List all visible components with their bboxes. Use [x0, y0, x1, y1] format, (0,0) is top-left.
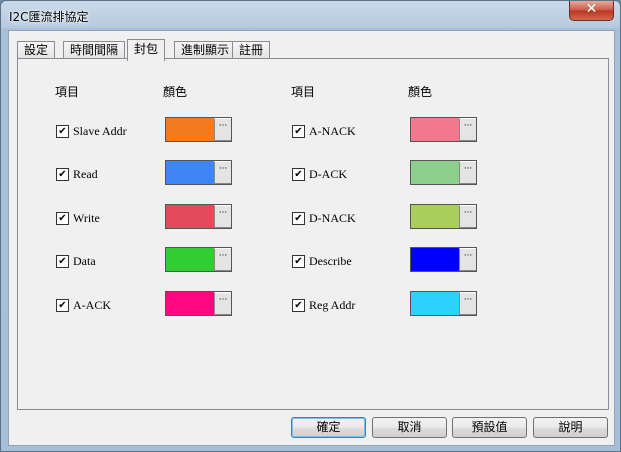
- item-checkbox[interactable]: ✔: [56, 255, 69, 268]
- item-label: Slave Addr: [73, 124, 127, 138]
- item-label: Reg Addr: [309, 298, 356, 312]
- item-label: A-ACK: [73, 298, 111, 312]
- color-picker-button[interactable]: ···: [214, 292, 231, 315]
- color-picker-button[interactable]: ···: [459, 205, 476, 228]
- item-checkbox[interactable]: ✔: [56, 125, 69, 138]
- help-button[interactable]: 說明: [533, 417, 608, 438]
- tab-radix-display[interactable]: 進制顯示: [174, 41, 237, 59]
- title-bar[interactable]: I2C匯流排協定 ✕: [1, 1, 620, 31]
- color-picker[interactable]: ···: [165, 117, 232, 142]
- color-swatch[interactable]: [166, 118, 214, 141]
- color-picker-button[interactable]: ···: [459, 161, 476, 184]
- item-checkbox[interactable]: ✔: [292, 255, 305, 268]
- color-picker[interactable]: ···: [165, 291, 232, 316]
- ok-button[interactable]: 確定: [291, 417, 366, 438]
- color-picker[interactable]: ···: [165, 204, 232, 229]
- item-checkbox[interactable]: ✔: [56, 299, 69, 312]
- color-swatch[interactable]: [411, 118, 459, 141]
- color-picker[interactable]: ···: [410, 160, 477, 185]
- color-picker-button[interactable]: ···: [214, 118, 231, 141]
- color-picker-button[interactable]: ···: [214, 248, 231, 271]
- item-label: Write: [73, 211, 100, 225]
- packet-panel: 項目 顏色 項目 顏色 ✔ Slave Addr ··· ✔ Read ··· ✔ Write…: [17, 58, 609, 410]
- color-picker-button[interactable]: ···: [214, 205, 231, 228]
- item-label: D-NACK: [309, 211, 356, 225]
- color-swatch[interactable]: [166, 292, 214, 315]
- dialog-client-area: 設定 時間間隔 封包 進制顯示 註冊 項目 顏色 項目 顏色 ✔ Slave Ad…: [8, 30, 615, 446]
- close-button[interactable]: ✕: [569, 1, 614, 21]
- color-swatch[interactable]: [166, 248, 214, 271]
- color-picker[interactable]: ···: [410, 204, 477, 229]
- color-swatch[interactable]: [166, 161, 214, 184]
- color-swatch[interactable]: [166, 205, 214, 228]
- item-checkbox[interactable]: ✔: [292, 125, 305, 138]
- default-button[interactable]: 預設值: [452, 417, 527, 438]
- color-picker[interactable]: ···: [410, 117, 477, 142]
- item-checkbox[interactable]: ✔: [292, 212, 305, 225]
- color-picker[interactable]: ···: [410, 291, 477, 316]
- color-picker-button[interactable]: ···: [214, 161, 231, 184]
- color-picker[interactable]: ···: [165, 247, 232, 272]
- item-label: D-ACK: [309, 167, 347, 181]
- color-swatch[interactable]: [411, 248, 459, 271]
- close-icon: ✕: [585, 1, 598, 17]
- item-checkbox[interactable]: ✔: [292, 168, 305, 181]
- left-color-header: 顏色: [163, 85, 188, 99]
- tab-packet[interactable]: 封包: [127, 39, 166, 61]
- color-picker-button[interactable]: ···: [459, 118, 476, 141]
- item-label: A-NACK: [309, 124, 356, 138]
- item-label: Data: [73, 254, 96, 268]
- item-checkbox[interactable]: ✔: [292, 299, 305, 312]
- color-picker[interactable]: ···: [165, 160, 232, 185]
- window-title: I2C匯流排協定: [9, 10, 89, 24]
- tab-timing[interactable]: 時間間隔: [63, 41, 126, 59]
- color-swatch[interactable]: [411, 205, 459, 228]
- color-swatch[interactable]: [411, 292, 459, 315]
- tab-settings[interactable]: 設定: [17, 41, 56, 59]
- right-color-header: 顏色: [408, 85, 433, 99]
- color-picker[interactable]: ···: [410, 247, 477, 272]
- item-label: Read: [73, 167, 98, 181]
- item-checkbox[interactable]: ✔: [56, 168, 69, 181]
- right-item-header: 項目: [291, 85, 316, 99]
- tab-register[interactable]: 註冊: [232, 41, 271, 59]
- cancel-button[interactable]: 取消: [372, 417, 447, 438]
- color-picker-button[interactable]: ···: [459, 292, 476, 315]
- left-item-header: 項目: [55, 85, 80, 99]
- item-checkbox[interactable]: ✔: [56, 212, 69, 225]
- color-picker-button[interactable]: ···: [459, 248, 476, 271]
- dialog-window: I2C匯流排協定 ✕ 設定 時間間隔 封包 進制顯示 註冊 項目 顏色 項目 顏…: [0, 0, 621, 452]
- item-label: Describe: [309, 254, 352, 268]
- color-swatch[interactable]: [411, 161, 459, 184]
